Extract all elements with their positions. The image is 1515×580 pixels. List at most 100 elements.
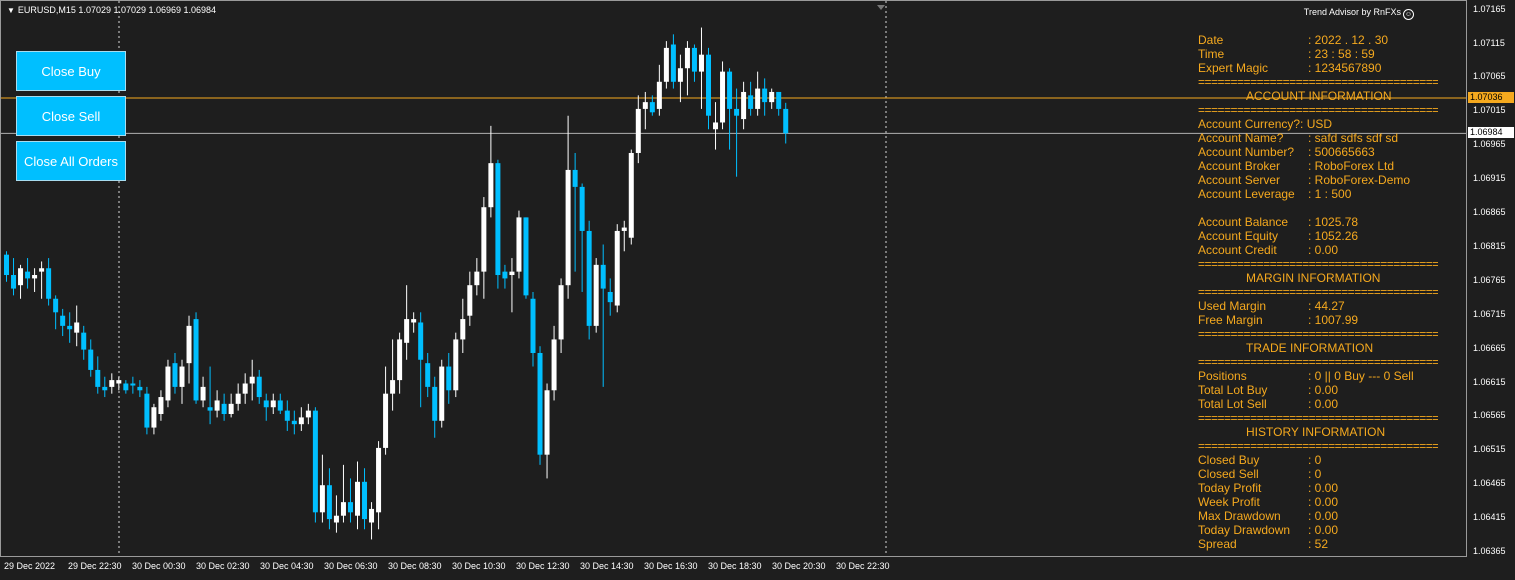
chevron-down-icon[interactable]: ▼ (7, 6, 15, 15)
candle (81, 325, 87, 360)
info-row: Total Lot Sell: 0.00 (1198, 397, 1448, 411)
candle (172, 352, 178, 394)
price-axis[interactable]: 1.07165 1.07115 1.07065 1.07015 1.06965 1.069… (1467, 0, 1515, 557)
info-label: Account Broker (1198, 159, 1281, 173)
candle (123, 380, 129, 394)
candle-body (432, 386, 438, 421)
separator-line: ========================================… (1198, 75, 1438, 89)
time-tick-label: 30 Dec 08:30 (388, 561, 442, 571)
candle (783, 102, 789, 144)
candle-body (544, 390, 550, 455)
candle (228, 393, 234, 418)
info-label: Account Server (1198, 173, 1281, 187)
info-value: : 1 : 500 (1308, 187, 1352, 201)
info-value: : 0.00 (1308, 383, 1339, 397)
candle-body (404, 319, 410, 343)
candle-body (347, 502, 353, 513)
info-row: Account Number?: 500665663 (1198, 145, 1448, 159)
candle-body (614, 230, 620, 306)
separator-text: ========================================… (1198, 257, 1438, 271)
candle (586, 220, 592, 340)
bid-price-tag: 1.06984 (1468, 127, 1514, 138)
price-tick-label: 1.06465 (1473, 478, 1506, 489)
time-tick-label: 30 Dec 06:30 (324, 561, 378, 571)
info-row: Expert Magic : 1234567890 (1198, 61, 1448, 75)
candle-body (656, 81, 662, 109)
info-panel: Date: 2022 . 12 . 30 Time: 23 : 58 : 59 Ex… (1198, 33, 1448, 551)
candle-body (277, 400, 283, 411)
price-tick-label: 1.07165 (1473, 3, 1506, 14)
candle (453, 332, 459, 398)
price-tick-label: 1.06515 (1473, 444, 1506, 455)
info-row: Account Equity: 1052.26 (1198, 229, 1448, 243)
info-label: Time (1198, 47, 1225, 61)
candle-body (74, 322, 80, 333)
candle-body (727, 71, 733, 109)
candle-body (81, 332, 87, 350)
candle (502, 264, 508, 289)
candle-body (776, 91, 782, 109)
candle-body (109, 380, 115, 387)
candle-body (369, 508, 375, 523)
candle-body (340, 502, 346, 516)
candle-body (677, 68, 683, 82)
info-value: : 0 (1308, 453, 1322, 467)
close-buy-button[interactable]: Close Buy (16, 51, 126, 91)
section-header-text: MARGIN INFORMATION (1246, 271, 1381, 285)
candle-body (137, 386, 143, 391)
separator-line: ========================================… (1198, 439, 1438, 453)
candle (242, 373, 248, 404)
info-value: : 1234567890 (1308, 61, 1382, 75)
info-row: Time: 23 : 58 : 59 (1198, 47, 1448, 61)
time-tick-label: 30 Dec 00:30 (132, 561, 186, 571)
blank-row (1198, 201, 1448, 215)
candle-body (4, 254, 9, 276)
candle (298, 407, 304, 431)
candle (565, 115, 571, 299)
candle (277, 393, 283, 415)
section-header-text: HISTORY INFORMATION (1246, 425, 1386, 439)
info-label: Closed Sell (1198, 467, 1259, 481)
separator-text: ========================================… (1198, 285, 1438, 299)
price-tick-label: 1.06565 (1473, 410, 1506, 421)
shift-marker-icon[interactable] (877, 5, 885, 10)
candle-body (467, 285, 473, 316)
close-all-orders-button[interactable]: Close All Orders (16, 141, 126, 181)
section-header-text: ACCOUNT INFORMATION (1246, 89, 1392, 103)
candle (376, 441, 382, 530)
info-row: Account Balance: 1025.78 (1198, 215, 1448, 229)
candle-body (558, 285, 564, 340)
candle-body (446, 366, 452, 391)
candle (390, 339, 396, 411)
candle-body (713, 122, 719, 130)
candle (698, 27, 704, 109)
candle-body (439, 366, 445, 421)
separator-line: ========================================… (1198, 355, 1438, 369)
candle (200, 376, 206, 408)
info-value: : 44.27 (1308, 299, 1345, 313)
info-label: Free Margin (1198, 313, 1263, 327)
price-tick-label: 1.06715 (1473, 308, 1506, 319)
candle (369, 502, 375, 540)
candle-body (102, 386, 108, 391)
candle-body (734, 108, 740, 116)
price-tick-label: 1.07115 (1473, 37, 1505, 48)
separator-line: ========================================… (1198, 257, 1438, 271)
close-sell-button[interactable]: Close Sell (16, 96, 126, 136)
separator-line: ========================================… (1198, 411, 1438, 425)
separator-text: ========================================… (1198, 75, 1438, 89)
info-label: Expert Magic (1198, 61, 1269, 75)
candle-body (362, 481, 368, 520)
info-row: Positions: 0 || 0 Buy --- 0 Sell (1198, 369, 1448, 383)
candle-body (67, 325, 73, 330)
candle-body (221, 403, 227, 415)
chart-plot-area[interactable]: ▼ EURUSD,M15 1.07029 1.07029 1.06969 1.06… (0, 0, 1467, 557)
candle-body (305, 410, 311, 418)
candle (523, 217, 529, 299)
candle-body (46, 268, 52, 299)
separator-line: ========================================… (1198, 103, 1438, 117)
candle-body (411, 319, 417, 323)
info-value: : 0.00 (1308, 523, 1339, 537)
candle-body (783, 108, 789, 134)
candle (474, 258, 480, 296)
